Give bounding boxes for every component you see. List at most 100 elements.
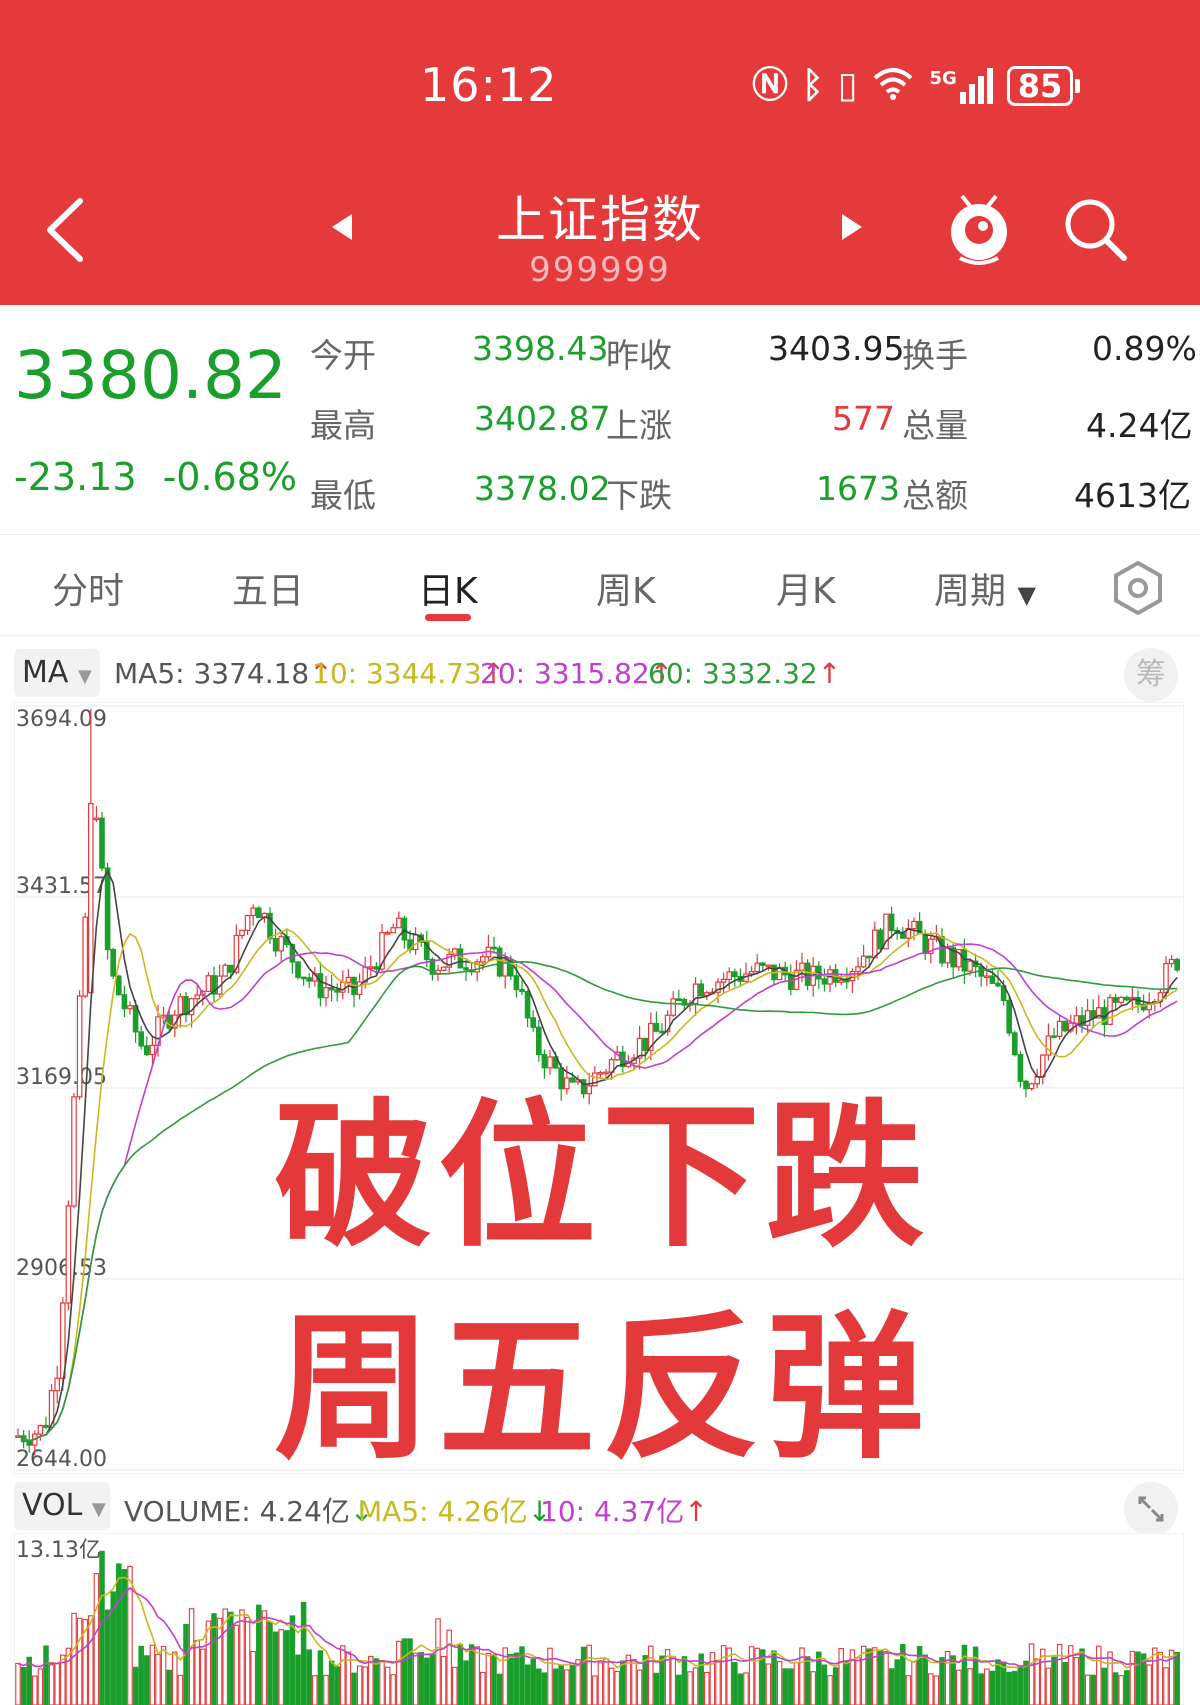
overlay-headline-1: 破位下跌 [274,1085,930,1269]
volume-bar [429,1654,436,1705]
volume-bar [592,1675,598,1705]
volume-bar [116,1563,122,1705]
volume-bar [956,1669,962,1705]
vol-ma10-readout: 10: 4.37亿↑ [540,1490,708,1530]
search-icon[interactable] [1062,196,1128,262]
candle-body [222,964,229,977]
candle-body [496,947,503,977]
volume-bar [631,1659,637,1705]
vol-selector[interactable]: VOL ▼ [14,1482,110,1530]
vibrate-icon: ▯ [837,64,858,106]
mascot-icon[interactable] [946,190,1012,266]
volume-bar [636,1669,643,1705]
volume-bar [216,1617,223,1705]
chip-distribution-button[interactable]: 筹 [1124,648,1178,702]
volume-bar [838,1648,844,1705]
candle-body [384,931,391,935]
volume-bar [1163,1667,1169,1705]
volume-bar [586,1644,592,1705]
volume-bar [737,1673,744,1705]
label-down-count: 下跌 [606,476,672,515]
volume-bar [54,1662,60,1705]
candle-body [250,907,257,917]
volume-bar [659,1655,665,1705]
next-index-icon[interactable] [840,212,864,242]
volume-bar [704,1671,710,1705]
candle-body [821,978,828,985]
vol-ma5-value: MA5: 4.26亿 [358,1495,528,1528]
vol-ma10-value: 10: 4.37亿 [540,1495,685,1528]
candle-body [659,1030,665,1034]
volume-chart[interactable]: 13.13亿 [14,1533,1184,1705]
ma10-value: 10: 3344.73 [312,657,482,690]
candle-body [205,975,212,993]
volume-bar [676,1674,682,1705]
volume-bar [15,1662,21,1705]
volume-bar [99,1550,105,1705]
candle-body [138,1031,145,1047]
candle-body [995,982,1001,987]
candle-body [1084,1010,1091,1026]
volume-bar [261,1610,268,1705]
candle-body [491,946,497,950]
tab-daily-k[interactable]: 日K [418,562,478,614]
candle-body [939,936,945,964]
current-price: 3380.82 [14,337,287,414]
prev-index-icon[interactable] [330,212,354,242]
candle-body [93,817,100,821]
candle-body [804,962,811,986]
candle-body [675,998,682,1001]
tab-intraday[interactable]: 分时 [52,562,124,614]
volume-bar [1107,1651,1113,1705]
candle-body [328,987,335,991]
volume-bar [295,1654,301,1705]
candle-body [922,933,929,955]
volume-bar [312,1675,318,1705]
volume-bar [620,1660,626,1705]
volume-bar [323,1674,329,1705]
candle-body [535,1026,542,1056]
candle-body [899,932,906,939]
candle-body [71,1096,77,1207]
candle-body [132,1005,139,1033]
y-tick-label: 3169.05 [16,1065,107,1090]
volume-bar [306,1649,312,1705]
volume-bar [793,1662,800,1705]
value-amount: 4613亿 [1074,476,1191,515]
value-turnover-rate: 0.89% [1092,329,1197,368]
candle-body [239,929,245,937]
ma-selector[interactable]: MA ▼ [14,649,100,697]
volume-bar [1135,1651,1141,1705]
tab-five-day[interactable]: 五日 [232,562,304,614]
volume-bar [614,1670,620,1705]
candle-body [149,1044,156,1056]
value-high: 3402.87 [474,399,611,438]
label-prev-close: 昨收 [606,336,672,375]
volume-bar [418,1652,424,1705]
volume-bar [328,1660,335,1705]
volume-bar [860,1645,867,1705]
back-icon[interactable] [40,195,92,265]
tab-period-dropdown[interactable]: 周期 ▼ [934,562,1036,614]
volume-bar [782,1668,788,1705]
status-time: 16:12 [420,58,558,112]
chevron-down-icon: ▼ [91,1499,106,1520]
candle-body [396,917,402,929]
volume-bar [205,1620,212,1705]
tab-weekly-k[interactable]: 周K [596,562,656,614]
settings-icon[interactable] [1110,560,1166,616]
tab-monthly-k[interactable]: 月K [776,562,836,614]
volume-bar [351,1672,357,1705]
candle-body [1017,1054,1024,1082]
volume-bar [407,1638,413,1705]
volume-bar [580,1646,587,1705]
top-bar: 16:12 Ⓝ ᛒ ▯ 5G 85 上证指数 999999 [0,0,1200,305]
volume-bar [821,1664,828,1705]
candle-body [76,995,83,1098]
expand-icon[interactable] [1124,1482,1178,1536]
volume-bar [754,1647,760,1705]
volume-bar [334,1666,340,1705]
volume-bar [653,1672,660,1705]
candle-body [1123,996,1130,1001]
signal-type-label: 5G [929,67,957,89]
